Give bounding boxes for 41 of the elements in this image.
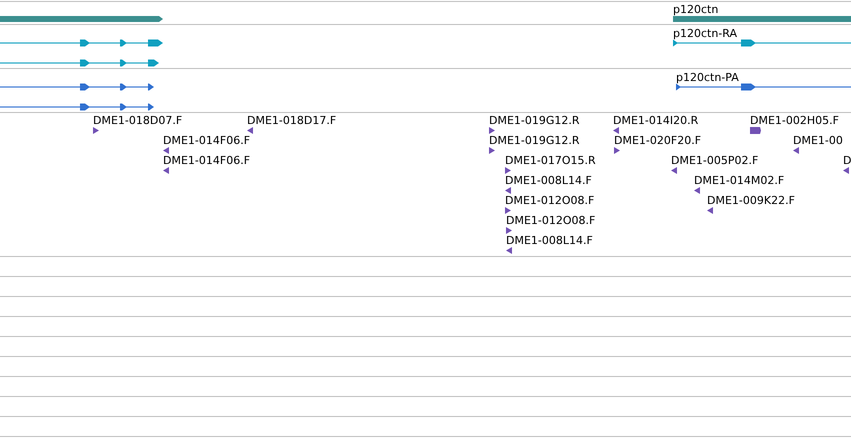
reverse-strand-icon — [843, 167, 849, 174]
est-label: DME1-014F06.F — [163, 134, 250, 147]
est-label: DME1-009K22.F — [707, 194, 795, 207]
reverse-strand-icon — [505, 187, 511, 194]
reverse-strand-icon — [163, 147, 169, 154]
transcript-label: p120ctn-RA — [673, 27, 738, 40]
reverse-strand-icon — [793, 147, 799, 154]
est-label: DME1-019G12.R — [489, 134, 580, 147]
est-label: DME1-018D17.F — [247, 114, 336, 127]
reverse-strand-icon — [506, 247, 512, 254]
est-label: DME1-002H05.F — [750, 114, 839, 127]
protein-label: p120ctn-PA — [676, 71, 739, 84]
est-label: DME1-019G12.R — [489, 114, 580, 127]
gene-label: p120ctn — [673, 3, 718, 16]
forward-strand-icon — [750, 127, 761, 134]
est-label: DME1-008L14.F — [506, 234, 593, 247]
forward-strand-icon — [489, 147, 495, 154]
est-label: DME1-012O08.F — [505, 194, 594, 207]
reverse-strand-icon — [247, 127, 253, 134]
est-label: DME1-014F06.F — [163, 154, 250, 167]
reverse-strand-icon — [163, 167, 169, 174]
est-label: DME1-008L14.F — [505, 174, 592, 187]
est-label: DME1-018D07.F — [93, 114, 182, 127]
est-label: DME1-012O08.F — [506, 214, 596, 227]
est-label: DME1-014M02.F — [694, 174, 784, 187]
reverse-strand-icon — [671, 167, 677, 174]
est-label: DME1-014I20.R — [613, 114, 698, 127]
forward-strand-icon — [505, 207, 511, 214]
est-label: D — [843, 154, 851, 167]
est-label: DME1-017O15.R — [505, 154, 596, 167]
est-label: DME1-00 — [793, 134, 843, 147]
forward-strand-icon — [489, 127, 495, 134]
reverse-strand-icon — [613, 127, 619, 134]
est-label: DME1-020F20.F — [614, 134, 702, 147]
forward-strand-icon — [93, 127, 99, 134]
est-label: DME1-005P02.F — [671, 154, 758, 167]
forward-strand-icon — [505, 167, 511, 174]
forward-strand-icon — [614, 147, 620, 154]
reverse-strand-icon — [707, 207, 713, 214]
forward-strand-icon — [506, 227, 512, 234]
reverse-strand-icon — [694, 187, 700, 194]
